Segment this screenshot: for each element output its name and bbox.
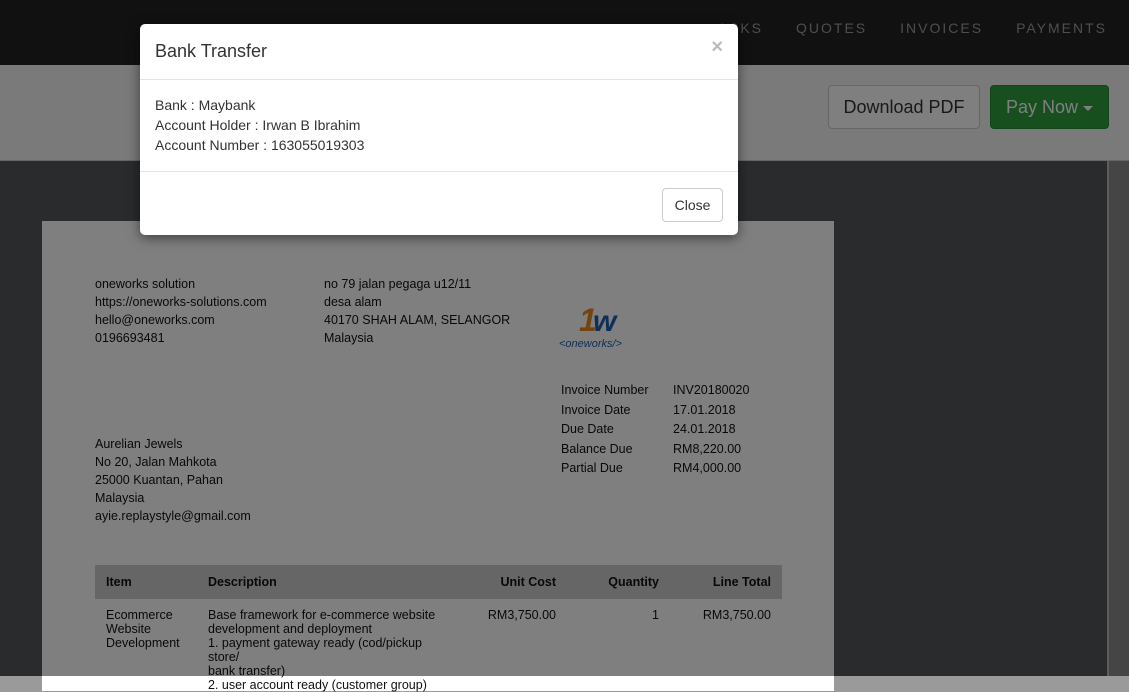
modal-body: Bank : Maybank Account Holder : Irwan B … (140, 80, 738, 172)
modal-header: Bank Transfer × (140, 24, 738, 80)
modal-footer: Close (140, 172, 738, 236)
close-button[interactable]: Close (662, 188, 723, 222)
bank-name: Bank : Maybank (155, 97, 256, 113)
bank-transfer-modal: Bank Transfer × Bank : Maybank Account H… (140, 24, 738, 235)
account-number: Account Number : 163055019303 (155, 137, 365, 153)
modal-title: Bank Transfer (155, 41, 268, 61)
account-holder: Account Holder : Irwan B Ibrahim (155, 117, 361, 133)
close-icon[interactable]: × (711, 36, 723, 59)
